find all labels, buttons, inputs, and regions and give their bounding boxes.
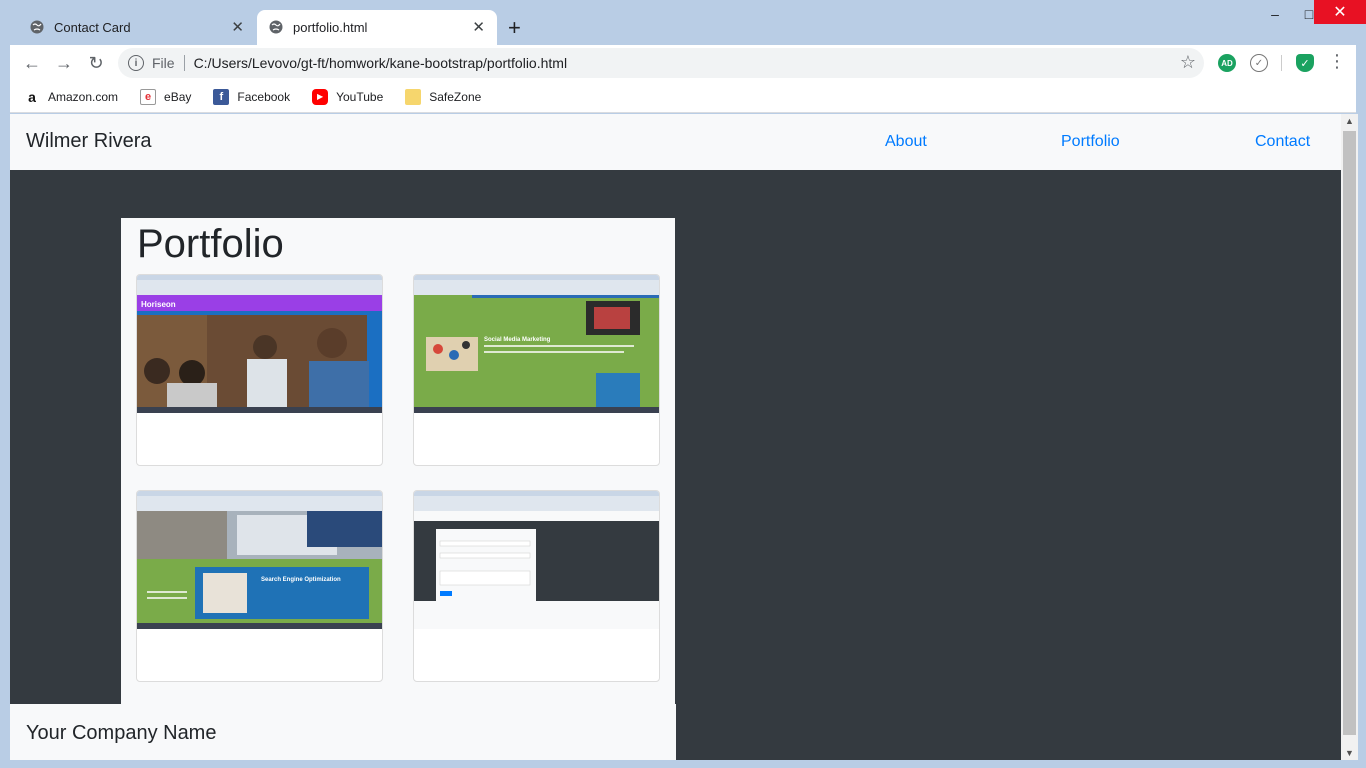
file-label: File [152,55,175,71]
card-social-media-screenshot[interactable]: Social Media Marketing [413,274,660,466]
bookmark-ebay[interactable]: e eBay [140,88,192,105]
contact-form-screenshot-image [414,491,659,629]
bookmark-label: Amazon.com [48,89,119,104]
card-contact-form-screenshot[interactable] [413,490,660,682]
bookmark-label: SafeZone [429,89,482,104]
amazon-icon: a [24,88,40,105]
tab-contact-card[interactable]: Contact Card ✕ [12,10,256,45]
shield-extension-icon[interactable]: ✓ [1296,54,1314,72]
globe-icon [269,20,283,34]
social-media-caption: Social Media Marketing [484,337,551,343]
adblock-extension-icon[interactable]: AD [1218,54,1236,72]
horiseon-screenshot-image: Horiseon [137,275,382,413]
tab-title: Contact Card [54,20,131,35]
bookmark-amazon[interactable]: a Amazon.com [24,88,119,105]
site-footer: Your Company Name [10,704,676,760]
bookmark-youtube[interactable]: ▶ YouTube [312,88,384,105]
url-text[interactable]: C:/Users/Levovo/gt-ft/homwork/kane-boots… [194,55,568,71]
folder-icon [405,88,422,105]
site-navbar: Wilmer Rivera About Portfolio Contact [10,114,1341,170]
card-horiseon-screenshot[interactable]: Horiseon [136,274,383,466]
tab-portfolio[interactable]: portfolio.html ✕ [257,10,497,45]
bookmarks-bar: a Amazon.com e eBay f Facebook ▶ YouTube… [10,81,1356,113]
card-seo-screenshot[interactable]: Search Engine Optimization [136,490,383,682]
portfolio-panel: Portfolio Horiseon Social Media Marketin… [121,218,675,718]
youtube-icon: ▶ [312,88,329,105]
reload-button[interactable]: ↻ [84,51,108,75]
browser-toolbar: ← → ↻ i File C:/Users/Levovo/gt-ft/homwo… [10,45,1356,81]
address-bar[interactable]: i File C:/Users/Levovo/gt-ft/homwork/kan… [118,48,1204,78]
divider [183,55,185,71]
browser-window: Contact Card ✕ portfolio.html ✕ + – □ ✕ … [0,0,1366,768]
nav-link-about[interactable]: About [885,133,927,151]
forward-button[interactable]: → [52,51,76,75]
close-tab-icon[interactable]: ✕ [231,18,244,36]
social-media-screenshot-image: Social Media Marketing [414,275,659,413]
nav-link-portfolio[interactable]: Portfolio [1061,133,1120,151]
seo-screenshot-image: Search Engine Optimization [137,491,382,629]
bookmark-star-icon[interactable]: ☆ [1180,52,1196,73]
ebay-icon: e [140,88,157,105]
tab-strip: Contact Card ✕ portfolio.html ✕ + – □ ✕ [0,0,1366,45]
close-tab-icon[interactable]: ✕ [472,18,485,36]
page-viewport: Wilmer Rivera About Portfolio Contact Po… [10,114,1341,760]
bookmark-safezone[interactable]: SafeZone [405,88,482,105]
info-icon[interactable]: i [128,55,144,71]
site-brand[interactable]: Wilmer Rivera [26,130,152,153]
vertical-scrollbar[interactable]: ▲ ▼ [1341,114,1358,760]
close-window-button[interactable]: ✕ [1314,0,1366,24]
back-button[interactable]: ← [20,51,44,75]
facebook-icon: f [213,88,230,105]
scroll-down-arrow-icon[interactable]: ▼ [1345,748,1354,758]
bookmark-label: eBay [164,89,192,104]
page-title: Portfolio [137,222,284,266]
scroll-up-arrow-icon[interactable]: ▲ [1345,116,1354,126]
horiseon-caption: Horiseon [141,300,176,309]
scrollbar-thumb[interactable] [1343,131,1356,735]
divider [1281,55,1282,71]
seo-caption: Search Engine Optimization [261,577,341,583]
globe-icon [30,20,44,34]
bookmark-label: Facebook [237,89,291,104]
nav-link-contact[interactable]: Contact [1255,133,1310,151]
bookmark-label: YouTube [336,89,384,104]
footer-company-name: Your Company Name [26,722,217,744]
new-tab-button[interactable]: + [508,14,521,42]
bookmark-facebook[interactable]: f Facebook [213,88,291,105]
ghostery-extension-icon[interactable]: ✓ [1250,54,1268,72]
tab-title: portfolio.html [293,20,368,35]
menu-icon[interactable]: ⋮ [1328,51,1346,72]
